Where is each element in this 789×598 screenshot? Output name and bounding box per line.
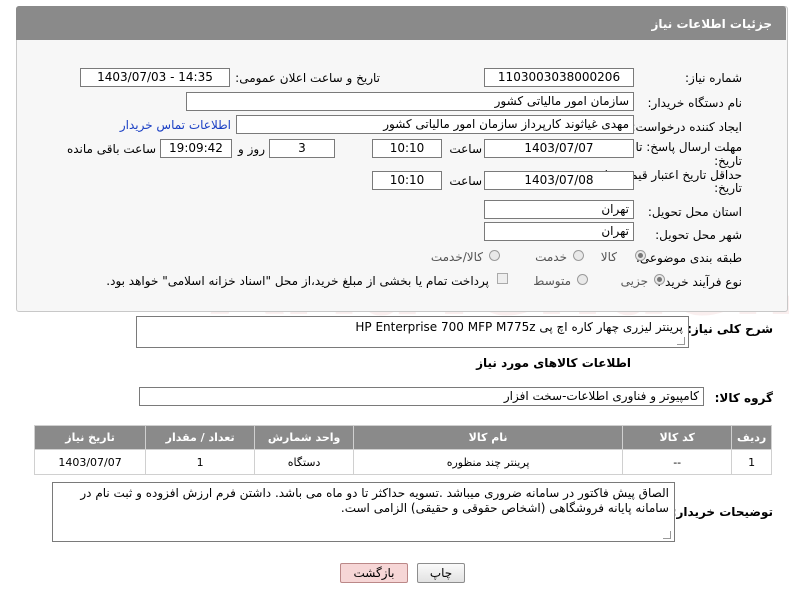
buyer-org-field[interactable]: سازمان امور مالیاتی کشور	[186, 92, 634, 111]
col-item-code: کد کالا	[622, 425, 733, 450]
province-label: استان محل تحویل:	[647, 205, 742, 219]
creator-label: ایجاد کننده درخواست:	[631, 120, 742, 134]
buyer-notes-field[interactable]: الصاق پیش فاکتور در سامانه ضروری میباشد …	[52, 482, 675, 542]
cell-quantity: 1	[145, 449, 256, 475]
goods-table: تاریخ نیاز تعداد / مقدار واحد شمارش نام …	[33, 425, 772, 475]
category-goods-service-label: کالا/خدمت	[430, 250, 483, 264]
resize-handle-icon[interactable]	[677, 337, 685, 345]
resize-handle-icon[interactable]	[663, 531, 671, 539]
panel-header: جزئیات اطلاعات نیاز	[16, 6, 786, 40]
cell-unit: دستگاه	[254, 449, 355, 475]
city-field[interactable]: تهران	[484, 222, 634, 241]
table-row: 1403/07/07 1 دستگاه پرینتر چند منظوره --…	[33, 449, 772, 475]
category-radio-goods[interactable]	[635, 250, 646, 261]
col-unit: واحد شمارش	[254, 425, 355, 450]
need-number-label: شماره نیاز:	[685, 71, 742, 85]
days-label: روز و	[238, 142, 265, 156]
deadline-time-field[interactable]: 10:10	[372, 139, 442, 158]
cell-row: 1	[731, 449, 772, 475]
details-panel	[16, 6, 788, 312]
city-label: شهر محل تحویل:	[655, 228, 742, 242]
creator-field[interactable]: مهدی غیاثوند کارپرداز سازمان امور مالیات…	[236, 115, 634, 134]
goods-group-field[interactable]: کامپیوتر و فناوری اطلاعات-سخت افزار	[139, 387, 704, 406]
category-label: طبقه بندی موضوعی:	[635, 251, 742, 265]
category-radio-goods-service[interactable]	[489, 250, 500, 261]
treasury-payment-note: پرداخت تمام یا بخشی از مبلغ خرید،از محل …	[106, 274, 489, 288]
buyer-notes-label: توضیحات خریدار:	[671, 505, 773, 519]
goods-group-label: گروه کالا:	[714, 391, 773, 405]
treasury-payment-checkbox[interactable]	[497, 273, 508, 284]
remaining-time-field[interactable]: 19:09:42	[160, 139, 232, 158]
col-quantity: تعداد / مقدار	[145, 425, 256, 450]
back-button[interactable]: بازگشت	[340, 563, 408, 583]
cell-item-name: پرینتر چند منظوره	[353, 449, 624, 475]
cell-need-date: 1403/07/07	[33, 449, 147, 475]
cell-item-code: --	[622, 449, 733, 475]
col-item-name: نام کالا	[353, 425, 624, 450]
remaining-days-field[interactable]: 3	[269, 139, 335, 158]
buyer-notes-text: الصاق پیش فاکتور در سامانه ضروری میباشد …	[80, 486, 669, 515]
announce-field[interactable]: 1403/07/03 - 14:35	[80, 68, 230, 87]
process-medium-label: متوسط	[533, 274, 571, 288]
province-field[interactable]: تهران	[484, 200, 634, 219]
description-text: پرینتر لیزری چهار کاره اچ پی HP Enterpri…	[355, 320, 683, 334]
validity-label-date: تاریخ:	[714, 181, 742, 195]
category-radio-service[interactable]	[573, 250, 584, 261]
panel-title: جزئیات اطلاعات نیاز	[651, 17, 772, 31]
announce-label: تاریخ و ساعت اعلان عمومی:	[235, 71, 380, 85]
process-radio-minor[interactable]	[654, 274, 665, 285]
description-label: شرح کلی نیاز:	[687, 322, 773, 336]
deadline-date-field[interactable]: 1403/07/07	[484, 139, 634, 158]
validity-date-field[interactable]: 1403/07/08	[484, 171, 634, 190]
deadline-label: مهلت ارسال پاسخ: تا	[635, 140, 742, 154]
description-field[interactable]: پرینتر لیزری چهار کاره اچ پی HP Enterpri…	[136, 316, 689, 348]
validity-time-field[interactable]: 10:10	[372, 171, 442, 190]
col-row: ردیف	[731, 425, 772, 450]
category-goods-label: کالا	[600, 250, 617, 264]
deadline-time-label: ساعت	[449, 142, 482, 156]
process-minor-label: جزیی	[620, 274, 648, 288]
col-need-date: تاریخ نیاز	[33, 425, 147, 450]
deadline-label-date: تاریخ:	[714, 154, 742, 168]
process-radio-medium[interactable]	[577, 274, 588, 285]
remaining-label: ساعت باقی مانده	[66, 142, 156, 156]
process-label: نوع فرآیند خرید :	[657, 275, 742, 289]
goods-section-title: اطلاعات کالاهای مورد نیاز	[476, 356, 631, 370]
validity-time-label: ساعت	[449, 174, 482, 188]
print-button[interactable]: چاپ	[417, 563, 465, 583]
buyer-org-label: نام دستگاه خریدار:	[647, 96, 743, 110]
need-number-field[interactable]: 1103003038000206	[484, 68, 634, 87]
goods-table-header: تاریخ نیاز تعداد / مقدار واحد شمارش نام …	[33, 425, 772, 450]
category-service-label: خدمت	[535, 250, 567, 264]
buyer-contact-link[interactable]: اطلاعات تماس خریدار	[120, 118, 231, 132]
